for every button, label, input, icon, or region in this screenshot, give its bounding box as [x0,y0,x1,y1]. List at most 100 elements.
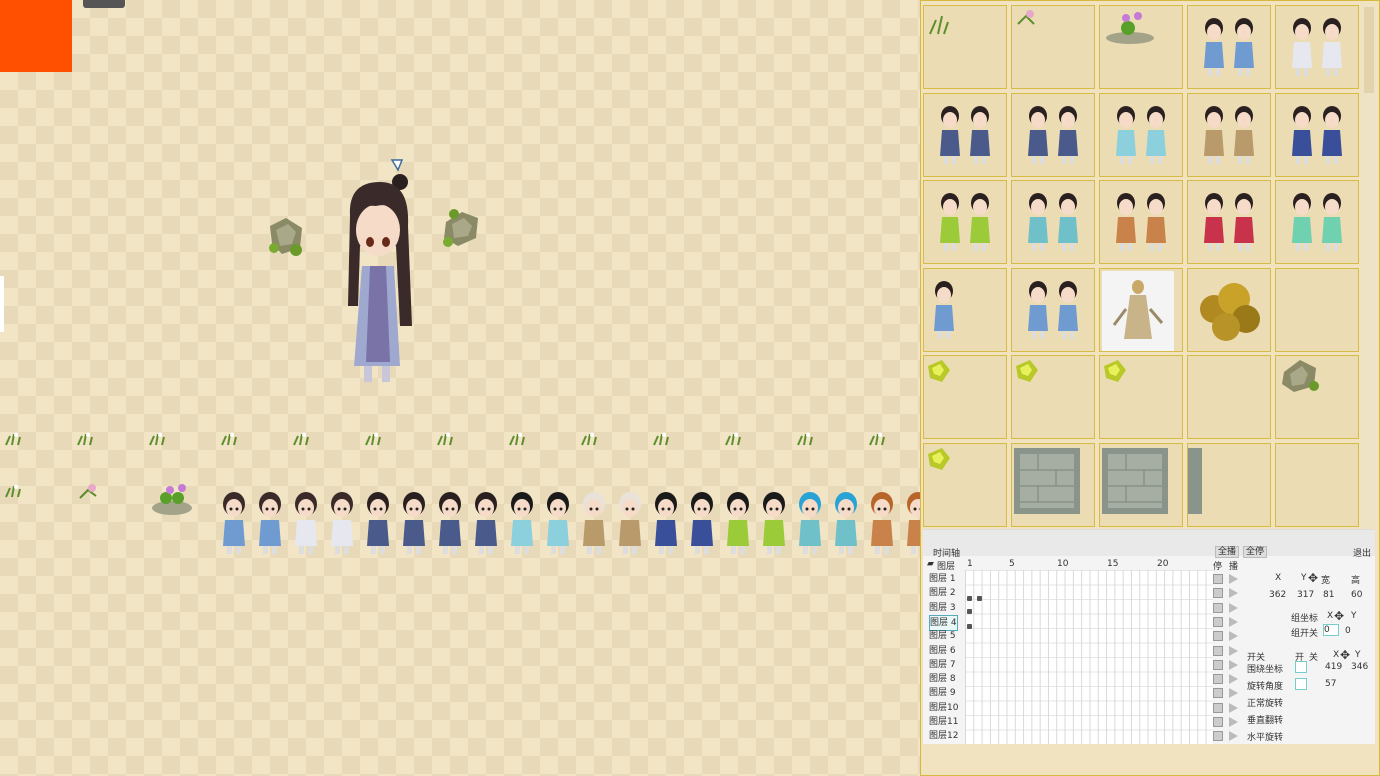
layer-play-icon[interactable] [1229,688,1238,699]
layer-play-icon[interactable] [1229,588,1238,599]
layer-play-icon[interactable] [1229,602,1238,613]
group-switch-input[interactable]: 0 [1323,624,1339,636]
palette-cell[interactable] [1275,355,1359,439]
grass-plant-sprite[interactable] [580,432,600,446]
palette-cell[interactable] [923,180,1007,264]
timeline-tab[interactable]: 时间轴 [933,546,960,559]
height-value[interactable]: 60 [1351,590,1362,600]
orbit-x-value[interactable]: 419 [1325,662,1342,672]
flower-sprite[interactable] [78,482,100,500]
layer-stop-toggle[interactable] [1213,645,1223,656]
left-edge-tab[interactable] [0,276,4,332]
npc-character-sprite[interactable] [292,490,320,556]
palette-scrollbar[interactable] [1362,3,1376,527]
group-switch-value[interactable]: 0 [1345,626,1351,636]
npc-character-sprite[interactable] [724,490,752,556]
grass-plant-sprite[interactable] [220,432,240,446]
palette-cell[interactable] [1011,5,1095,89]
layer-stop-toggle[interactable] [1213,702,1223,713]
layer-play-icon[interactable] [1229,616,1238,627]
rock-sprite[interactable] [266,216,308,256]
timeline-layer-row[interactable]: 图层 9 [929,686,956,700]
palette-cell[interactable] [1011,267,1095,352]
npc-character-sprite[interactable] [508,490,536,556]
npc-character-sprite[interactable] [544,490,572,556]
rotation-checkbox[interactable] [1295,678,1307,690]
grass-plant-sprite[interactable] [4,484,24,498]
npc-character-sprite[interactable] [220,490,248,556]
palette-cell[interactable] [1275,180,1359,264]
palette-cell[interactable] [1187,92,1271,177]
palette-cell[interactable] [1187,442,1271,527]
game-scene-canvas[interactable] [0,0,920,776]
palette-cell[interactable] [1275,267,1359,352]
layer-stop-toggle[interactable] [1213,602,1223,613]
layer-stop-toggle[interactable] [1213,631,1223,642]
timeline-layer-row[interactable]: 图层 6 [929,644,956,658]
timeline-layer-row[interactable]: 图层 2 [929,586,956,600]
palette-cell[interactable] [1011,355,1095,439]
rock-sprite[interactable] [440,208,482,248]
keyframe-marker[interactable] [967,596,972,601]
palette-cell[interactable] [1099,267,1183,352]
palette-cell[interactable] [1099,180,1183,264]
palette-cell[interactable] [1275,442,1359,527]
palette-cell[interactable] [1275,5,1359,89]
palette-cell[interactable] [1187,180,1271,264]
timeline-layer-row[interactable]: 图层 5 [929,629,956,643]
grass-plant-sprite[interactable] [292,432,312,446]
npc-character-sprite[interactable] [688,490,716,556]
palette-cell[interactable] [1011,92,1095,177]
palette-cell[interactable] [1099,442,1183,527]
keyframe-marker[interactable] [967,609,972,614]
layer-play-icon[interactable] [1229,574,1238,584]
timeline-layer-row[interactable]: 图层12 [929,729,958,743]
x-value[interactable]: 362 [1269,590,1286,600]
palette-cell[interactable] [1275,92,1359,177]
orbit-move-icon[interactable]: ✥ [1340,648,1350,662]
layer-stop-toggle[interactable] [1213,574,1223,584]
timeline-layer-row[interactable]: 图层10 [929,701,958,715]
timeline-layer-row[interactable]: 图层 1 [929,572,956,586]
layer-stop-toggle[interactable] [1213,717,1223,727]
grass-plant-sprite[interactable] [508,432,528,446]
layer-stop-toggle[interactable] [1213,588,1223,599]
npc-character-sprite[interactable] [328,490,356,556]
group-move-icon[interactable]: ✥ [1334,609,1344,623]
timeline-layer-row[interactable]: 图层 8 [929,672,956,686]
layer-stop-toggle[interactable] [1213,731,1223,742]
exit-button[interactable]: 退出 [1353,546,1371,559]
grass-plant-sprite[interactable] [4,432,24,446]
grass-plant-sprite[interactable] [148,432,168,446]
play-all-button[interactable]: 全播 [1215,546,1240,558]
npc-character-sprite[interactable] [760,490,788,556]
npc-character-sprite[interactable] [868,490,896,556]
layer-play-icon[interactable] [1229,702,1238,713]
layer-stop-toggle[interactable] [1213,659,1223,670]
top-handle[interactable] [83,0,125,8]
palette-cell[interactable] [923,442,1007,527]
flower-sprite[interactable] [150,480,196,516]
palette-cell[interactable] [923,92,1007,177]
npc-character-sprite[interactable] [904,490,920,556]
palette-cell[interactable] [1099,5,1183,89]
layer-stop-toggle[interactable] [1213,674,1223,685]
grass-plant-sprite[interactable] [724,432,744,446]
grass-plant-sprite[interactable] [76,432,96,446]
rotation-value[interactable]: 57 [1325,679,1336,689]
stop-all-button[interactable]: 全停 [1243,546,1268,558]
palette-cell[interactable] [1099,355,1183,439]
palette-cell[interactable] [1011,180,1095,264]
grass-plant-sprite[interactable] [796,432,816,446]
palette-scrollbar-thumb[interactable] [1364,7,1374,93]
layer-play-icon[interactable] [1229,659,1238,670]
grass-plant-sprite[interactable] [364,432,384,446]
grass-plant-sprite[interactable] [652,432,672,446]
npc-character-sprite[interactable] [580,490,608,556]
orbit-y-value[interactable]: 346 [1351,662,1368,672]
npc-character-sprite[interactable] [256,490,284,556]
npc-character-sprite[interactable] [472,490,500,556]
keyframe-marker[interactable] [977,596,982,601]
npc-character-sprite[interactable] [364,490,392,556]
layer-play-icon[interactable] [1229,645,1238,656]
